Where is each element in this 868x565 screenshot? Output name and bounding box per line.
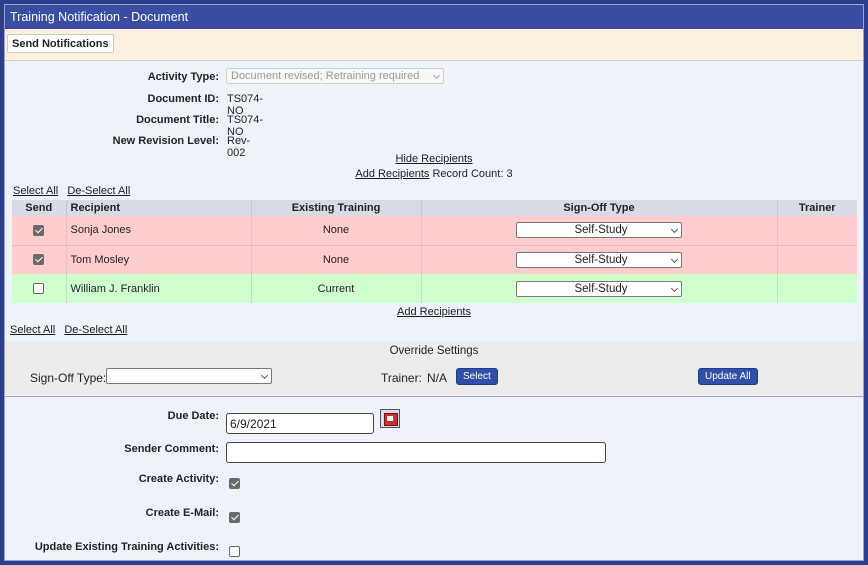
activity-type-label: Activity Type: bbox=[147, 71, 219, 83]
create-email-checkbox[interactable] bbox=[229, 512, 240, 523]
table-row: Sonja Jones None Self-Study bbox=[12, 216, 857, 245]
send-checkbox[interactable] bbox=[33, 224, 45, 236]
signoff-select[interactable]: Self-Study bbox=[516, 251, 682, 268]
signoff-select[interactable]: Self-Study bbox=[516, 280, 682, 297]
signoff-cell: Self-Study bbox=[421, 216, 778, 245]
create-activity-label: Create Activity: bbox=[138, 473, 219, 485]
signoff-select[interactable]: Self-Study bbox=[516, 222, 682, 239]
hide-recipients-link[interactable]: Hide Recipients bbox=[395, 153, 472, 165]
document-id-label: Document ID: bbox=[147, 93, 220, 105]
update-existing-checkbox[interactable] bbox=[229, 546, 240, 557]
send-checkbox[interactable] bbox=[33, 254, 45, 266]
chevron-down-icon bbox=[670, 284, 679, 292]
select-all-link-bottom[interactable]: Select All bbox=[10, 324, 55, 336]
sender-comment-input[interactable] bbox=[226, 442, 606, 463]
select-links-bottom: Select All De-Select All bbox=[10, 324, 127, 336]
header-existing-training: Existing Training bbox=[251, 200, 422, 216]
table-row: William J. Franklin Current Self-Study bbox=[12, 274, 857, 303]
table-header-row: Send Recipient Existing Training Sign-Of… bbox=[12, 200, 857, 216]
send-cell bbox=[12, 244, 67, 274]
recipient-name: William J. Franklin bbox=[66, 274, 252, 303]
table-row: Tom Mosley None Self-Study bbox=[12, 244, 857, 274]
update-all-button[interactable]: Update All bbox=[698, 368, 758, 385]
override-signoff-select[interactable] bbox=[106, 368, 272, 384]
header-send: Send bbox=[12, 200, 67, 216]
override-title: Override Settings bbox=[389, 345, 479, 357]
trainer-cell bbox=[777, 274, 857, 303]
record-count: Record Count: 3 bbox=[432, 168, 513, 180]
chevron-down-icon bbox=[670, 255, 679, 263]
header-signoff-type: Sign-Off Type bbox=[421, 200, 778, 216]
send-cell bbox=[12, 216, 67, 245]
new-revision-label: New Revision Level: bbox=[112, 135, 219, 147]
recipient-name: Tom Mosley bbox=[66, 244, 252, 274]
activity-type-select[interactable]: Document revised; Retraining required bbox=[226, 68, 444, 84]
tab-strip: Send Notifications bbox=[5, 29, 863, 61]
document-title-label: Document Title: bbox=[136, 114, 219, 126]
override-trainer-value: N/A bbox=[427, 371, 448, 385]
calendar-icon[interactable] bbox=[380, 409, 400, 428]
tab-send-notifications[interactable]: Send Notifications bbox=[7, 34, 114, 53]
send-cell bbox=[12, 274, 67, 303]
override-signoff-label: Sign-Off Type: bbox=[30, 371, 107, 385]
update-existing-label: Update Existing Training Activities: bbox=[34, 541, 219, 553]
due-date-input[interactable]: 6/9/2021 bbox=[226, 413, 374, 434]
deselect-all-link[interactable]: De-Select All bbox=[67, 185, 130, 197]
trainer-cell bbox=[777, 216, 857, 245]
add-recipients-bottom-row: Add Recipients bbox=[5, 306, 863, 318]
header-recipient: Recipient bbox=[66, 200, 252, 216]
trainer-cell bbox=[777, 244, 857, 274]
select-all-link[interactable]: Select All bbox=[13, 185, 58, 197]
signoff-value: Self-Study bbox=[574, 253, 628, 266]
section-divider bbox=[5, 396, 863, 397]
due-date-label: Due Date: bbox=[167, 410, 219, 422]
send-checkbox[interactable] bbox=[33, 283, 45, 295]
activity-type-value: Document revised; Retraining required bbox=[231, 70, 420, 82]
chevron-down-icon bbox=[432, 71, 441, 80]
signoff-cell: Self-Study bbox=[421, 244, 778, 274]
chevron-down-icon bbox=[670, 226, 679, 234]
hide-recipients-row: Hide Recipients bbox=[5, 153, 863, 165]
recipients-table: Send Recipient Existing Training Sign-Of… bbox=[12, 200, 857, 303]
sender-comment-label: Sender Comment: bbox=[124, 443, 219, 455]
create-activity-checkbox[interactable] bbox=[229, 478, 240, 489]
select-trainer-button[interactable]: Select bbox=[456, 368, 498, 385]
training-notification-window: Training Notification - Document Send No… bbox=[4, 4, 864, 561]
signoff-value: Self-Study bbox=[574, 224, 628, 237]
select-links-top: Select All De-Select All bbox=[13, 185, 130, 197]
window-title: Training Notification - Document bbox=[5, 5, 863, 29]
override-trainer-label: Trainer: bbox=[381, 371, 422, 385]
deselect-all-link-bottom[interactable]: De-Select All bbox=[64, 324, 127, 336]
existing-training: Current bbox=[251, 274, 422, 303]
header-trainer: Trainer bbox=[777, 200, 857, 216]
signoff-value: Self-Study bbox=[574, 282, 628, 295]
recipient-name: Sonja Jones bbox=[66, 216, 252, 245]
add-recipients-row: Add Recipients Record Count: 3 bbox=[5, 168, 863, 180]
existing-training: None bbox=[251, 216, 422, 245]
chevron-down-icon bbox=[260, 371, 269, 380]
existing-training: None bbox=[251, 244, 422, 274]
add-recipients-link[interactable]: Add Recipients bbox=[355, 168, 429, 180]
override-settings-panel: Override Settings Sign-Off Type: Trainer… bbox=[5, 341, 863, 395]
create-email-label: Create E-Mail: bbox=[145, 507, 219, 519]
signoff-cell: Self-Study bbox=[421, 274, 778, 303]
add-recipients-link-bottom[interactable]: Add Recipients bbox=[397, 306, 471, 318]
